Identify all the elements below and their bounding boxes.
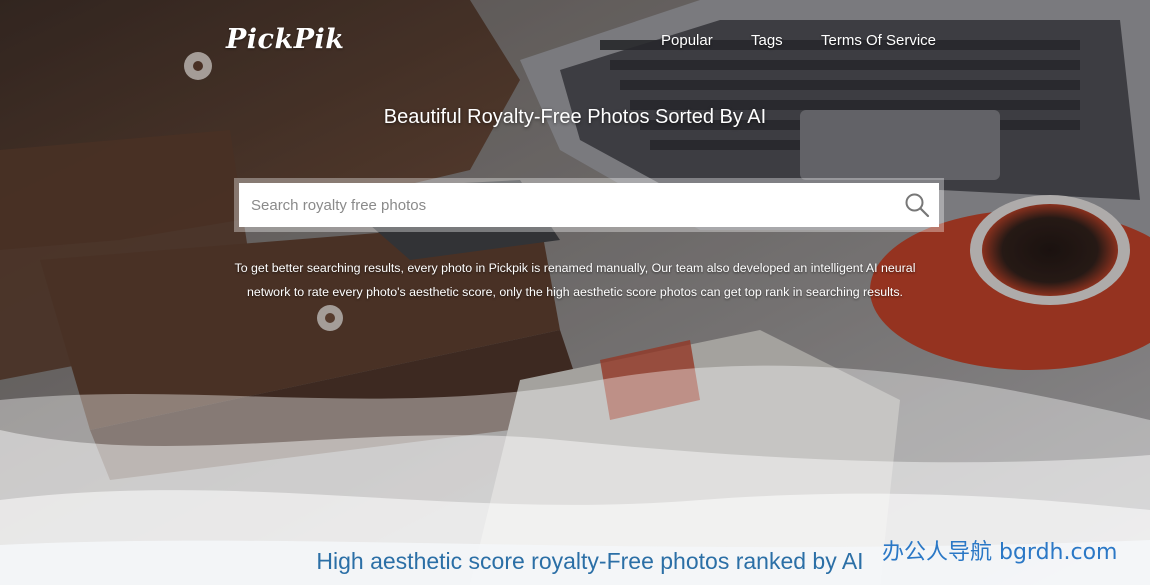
nav-link-tags[interactable]: Tags	[751, 32, 783, 49]
nav-link-terms-of-service[interactable]: Terms Of Service	[821, 32, 936, 49]
hero-section: PickPik Popular Tags Terms Of Service Be…	[0, 0, 1150, 585]
watermark: 办公人导航 bgrdh.com	[882, 540, 1118, 565]
hero-description: To get better searching results, every p…	[225, 256, 925, 304]
nav-link-popular[interactable]: Popular	[661, 32, 713, 49]
hero-description-line: To get better searching results, every p…	[234, 261, 916, 275]
search-input[interactable]	[239, 183, 879, 227]
hero-headline: Beautiful Royalty-Free Photos Sorted By …	[383, 106, 767, 128]
hero-description-line: network to rate every photo's aesthetic …	[247, 285, 903, 299]
search-bar	[234, 178, 944, 232]
search-button[interactable]	[903, 191, 931, 219]
main-nav: Popular Tags Terms Of Service	[0, 32, 1150, 52]
search-box	[239, 183, 939, 227]
search-icon	[905, 193, 930, 218]
